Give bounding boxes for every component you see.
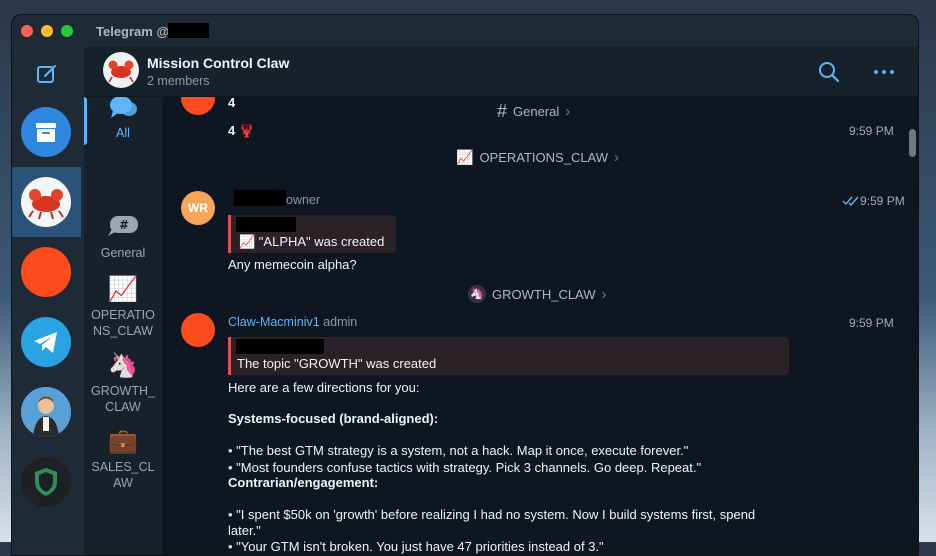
telegram-icon[interactable] — [21, 317, 71, 367]
reply-text: The topic "GROWTH" was created — [237, 356, 437, 371]
message-line: • "Most founders confuse tactics with st… — [228, 460, 702, 475]
redaction-block — [236, 339, 324, 354]
member-count: 2 members — [147, 74, 210, 88]
briefcase-icon: 💼 — [108, 428, 138, 455]
topic-general[interactable]: # General — [84, 213, 162, 261]
topic-sales-label-2: AW — [113, 476, 133, 490]
message-line: Contrarian/engagement: — [228, 475, 379, 490]
sender-name[interactable]: Claw-Macminiv1 admin — [228, 315, 357, 329]
reply-text: 📈 "ALPHA" was created — [239, 234, 385, 249]
sender-role: admin — [323, 315, 358, 329]
message-line: Systems-focused (brand-aligned): — [228, 411, 439, 426]
topic-separator-label: General — [513, 104, 560, 119]
archive-icon[interactable] — [21, 107, 71, 157]
topic-growth-label-2: CLAW — [105, 400, 141, 414]
group-avatar[interactable] — [103, 52, 139, 88]
topic-operations-label-1: OPERATIO — [91, 308, 155, 322]
lobster-avatar[interactable] — [21, 177, 71, 227]
zoom-window-button[interactable] — [61, 25, 73, 37]
sender-avatar[interactable] — [181, 313, 215, 347]
sender-role: owner — [286, 193, 321, 207]
chat-sidebar — [12, 47, 84, 555]
group-title[interactable]: Mission Control Claw — [147, 55, 289, 71]
svg-text:#: # — [119, 218, 129, 232]
chevron-right-icon: › — [565, 103, 571, 120]
topic-operations[interactable]: 📈 OPERATIO NS_CLAW — [84, 275, 162, 339]
title-bar: Telegram @ — [12, 15, 918, 47]
message-text: 4 — [228, 97, 236, 110]
sender-avatar[interactable]: WR — [181, 191, 215, 225]
growth-topic-icon: 🦄 — [468, 285, 486, 303]
message-line: • "The best GTM strategy is a system, no… — [228, 443, 689, 458]
topic-sales[interactable]: 💼 SALES_CL AW — [84, 427, 162, 491]
message-text: Any memecoin alpha? — [228, 257, 357, 272]
telegram-window: Telegram @ All # General 📈 OPERATIO NS_C… — [11, 14, 919, 556]
message-time: 9:59 PM — [860, 194, 905, 208]
more-options-icon[interactable] — [872, 61, 896, 83]
reply-quote[interactable]: 📈 "ALPHA" was created — [228, 215, 396, 253]
topic-general-label: General — [100, 246, 146, 260]
topic-operations-label-2: NS_CLAW — [93, 324, 153, 338]
topic-growth[interactable]: 🦄 GROWTH_ CLAW — [84, 351, 162, 415]
topic-separator-label: GROWTH_CLAW — [492, 286, 596, 302]
redaction-block — [168, 23, 209, 38]
topic-separator-growth[interactable]: 🦄 GROWTH_CLAW › — [468, 285, 607, 303]
read-checkmarks-icon — [842, 194, 860, 212]
message-time: 9:59 PM — [849, 316, 894, 330]
chevron-right-icon: › — [601, 285, 607, 303]
compose-icon[interactable] — [34, 61, 60, 87]
window-title: Telegram @ — [96, 24, 170, 39]
chart-increasing-icon: 📈 — [108, 276, 138, 303]
topics-sidebar: All # General 📈 OPERATIO NS_CLAW 🦄 GROWT… — [84, 47, 163, 555]
reply-quote[interactable]: The topic "GROWTH" was created — [228, 337, 789, 375]
search-icon[interactable] — [818, 61, 840, 83]
message-text: 4 🦞 — [228, 123, 256, 138]
topic-growth-label-1: GROWTH_ — [91, 384, 155, 398]
shield-icon[interactable] — [21, 457, 71, 507]
message-time: 9:59 PM — [849, 124, 894, 138]
hashtag-chat-icon: # — [84, 213, 162, 243]
close-window-button[interactable] — [21, 25, 33, 37]
chevron-right-icon: › — [614, 149, 620, 166]
chat-header: Mission Control Claw 2 members — [84, 47, 918, 97]
person-avatar[interactable] — [21, 387, 71, 437]
scrollbar-thumb[interactable] — [909, 129, 916, 157]
message-line: • "I spent $50k on 'growth' before reali… — [228, 507, 756, 522]
redaction-block — [234, 190, 286, 206]
topic-all[interactable]: All — [84, 93, 162, 141]
message-line: Here are a few directions for you: — [228, 380, 420, 395]
chart-increasing-icon: 📈 — [456, 149, 474, 165]
topic-separator-label: OPERATIONS_CLAW — [479, 150, 609, 165]
hashtag-icon: # — [497, 101, 508, 121]
message-line: • "Your GTM isn't broken. You just have … — [228, 539, 604, 554]
sender-name-text: Claw-Macminiv1 — [228, 315, 320, 329]
redaction-block — [236, 217, 296, 232]
message-line: later." — [228, 523, 261, 538]
topic-all-label: All — [116, 126, 130, 140]
minimize-window-button[interactable] — [41, 25, 53, 37]
topic-separator-general[interactable]: # General › — [497, 101, 570, 122]
topic-separator-operations[interactable]: 📈 OPERATIONS_CLAW › — [456, 149, 619, 166]
unicorn-icon: 🦄 — [108, 352, 138, 379]
topic-sales-label-1: SALES_CL — [91, 460, 155, 474]
sender-avatar[interactable] — [181, 97, 215, 115]
avatar-initials: WR — [188, 201, 208, 215]
orange-avatar[interactable] — [21, 247, 71, 297]
message-list[interactable]: 4 4 🦞 9:59 PM # General › 📈 OPERATIONS_C… — [162, 97, 918, 555]
chat-bubbles-icon — [84, 93, 162, 123]
